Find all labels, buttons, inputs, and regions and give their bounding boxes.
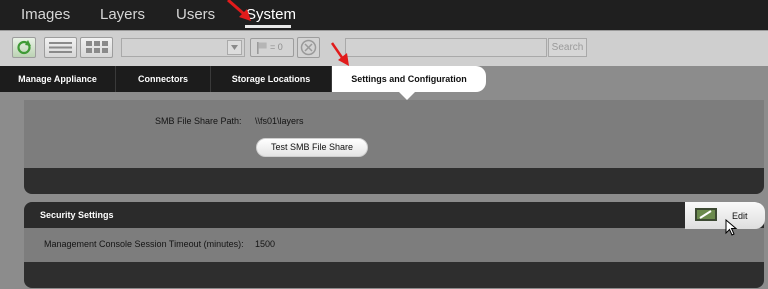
panel-footer — [24, 168, 764, 194]
clear-filter-button[interactable] — [297, 37, 320, 58]
session-timeout-label: Management Console Session Timeout (minu… — [44, 239, 244, 249]
annotation-arrow-icon — [330, 42, 349, 66]
refresh-icon — [17, 40, 31, 55]
panel-footer — [24, 262, 764, 288]
search-input[interactable] — [345, 38, 547, 57]
filter-select[interactable] — [121, 38, 245, 57]
nav-layers[interactable]: Layers — [100, 6, 145, 23]
list-view-icon — [49, 42, 72, 53]
nav-users[interactable]: Users — [176, 6, 215, 23]
smb-path-label: SMB File Share Path: — [155, 116, 242, 126]
smb-path-value: \\fs01\layers — [255, 116, 304, 126]
search-button[interactable]: Search — [548, 38, 587, 57]
chevron-down-icon — [231, 45, 238, 50]
flag-count: = 0 — [270, 42, 283, 52]
grid-view-button[interactable] — [80, 37, 113, 58]
flag-icon — [257, 42, 267, 54]
mouse-cursor-icon — [725, 219, 738, 236]
tab-settings-and-configuration[interactable]: Settings and Configuration — [332, 66, 486, 92]
flag-filter-button[interactable]: = 0 — [250, 38, 294, 57]
refresh-button[interactable] — [12, 37, 36, 58]
nav-active-indicator — [245, 25, 291, 28]
smb-settings-panel — [24, 100, 764, 194]
grid-view-icon — [86, 41, 108, 53]
active-tab-pointer — [398, 91, 416, 100]
list-view-button[interactable] — [44, 37, 77, 58]
tab-storage-locations[interactable]: Storage Locations — [211, 66, 332, 92]
close-icon — [300, 39, 317, 56]
top-nav: Images Layers Users System — [0, 0, 768, 30]
test-smb-file-share-button[interactable]: Test SMB File Share — [256, 138, 368, 157]
session-timeout-value: 1500 — [255, 239, 276, 249]
annotation-arrow-icon — [227, 0, 251, 21]
security-settings-title: Security Settings — [40, 210, 114, 220]
dropdown-button[interactable] — [227, 40, 242, 55]
tab-manage-appliance[interactable]: Manage Appliance — [0, 66, 116, 92]
edit-icon — [695, 208, 717, 221]
panel-header: Security Settings — [24, 202, 764, 228]
tab-connectors[interactable]: Connectors — [116, 66, 211, 92]
nav-images[interactable]: Images — [21, 6, 70, 23]
